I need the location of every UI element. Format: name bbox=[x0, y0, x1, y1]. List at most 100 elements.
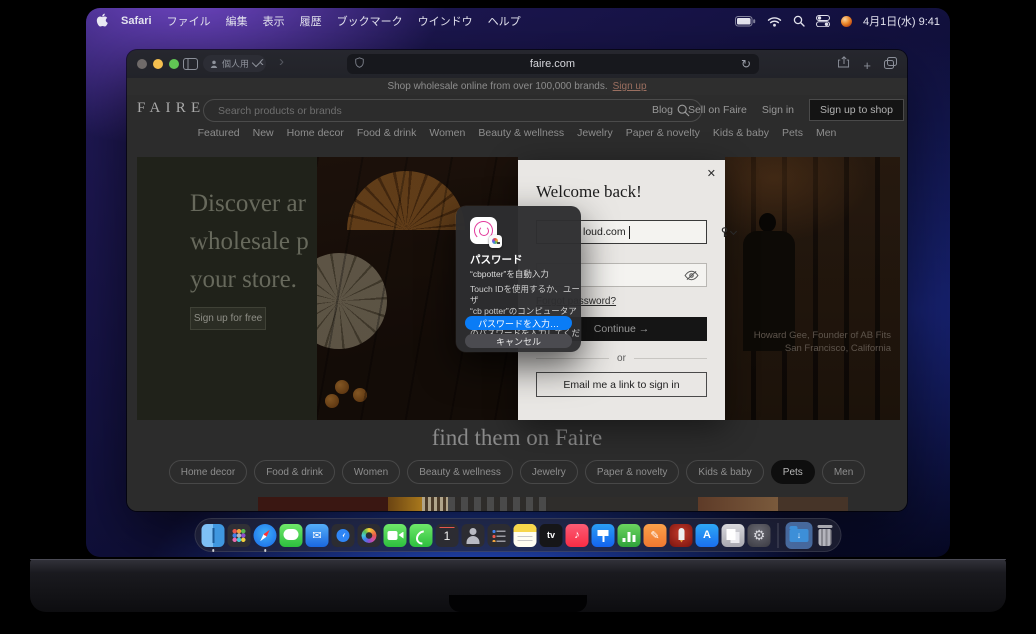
dock-music-icon[interactable]: ♪ bbox=[566, 524, 589, 547]
nav-featured[interactable]: Featured bbox=[198, 127, 240, 145]
dock-mail-icon[interactable]: ✉ bbox=[306, 524, 329, 547]
blog-link[interactable]: Blog bbox=[652, 104, 673, 116]
dock-launchpad-icon[interactable] bbox=[228, 524, 251, 547]
battery-icon[interactable] bbox=[735, 16, 756, 27]
dock-reminders-icon[interactable] bbox=[488, 524, 511, 547]
dock-finder-icon[interactable] bbox=[202, 524, 225, 547]
dock-calendar-icon[interactable]: 1 bbox=[436, 524, 459, 547]
sign-in-link[interactable]: Sign in bbox=[762, 104, 794, 116]
pill-beauty-wellness[interactable]: Beauty & wellness bbox=[407, 460, 513, 484]
url-text: faire.com bbox=[364, 58, 741, 70]
banner-signup-link[interactable]: Sign up bbox=[613, 81, 647, 92]
sign-up-free-button[interactable]: Sign up for free bbox=[190, 307, 266, 330]
menu-history[interactable]: 履歴 bbox=[300, 13, 322, 29]
nav-beauty-wellness[interactable]: Beauty & wellness bbox=[478, 127, 564, 145]
nav-men[interactable]: Men bbox=[816, 127, 836, 145]
cancel-button[interactable]: キャンセル bbox=[465, 334, 572, 348]
dock-maps-icon[interactable] bbox=[332, 524, 355, 547]
site-search-bar[interactable] bbox=[203, 99, 702, 122]
back-button[interactable]: ‹ bbox=[259, 53, 264, 70]
pill-pets-selected[interactable]: Pets bbox=[771, 460, 815, 484]
pill-jewelry[interactable]: Jewelry bbox=[520, 460, 578, 484]
nav-paper-novelty[interactable]: Paper & novelty bbox=[626, 127, 700, 145]
password-autofill-key-icon[interactable] bbox=[720, 227, 736, 238]
dock-settings-icon[interactable]: ⚙ bbox=[748, 524, 771, 547]
dock-pages-icon[interactable]: ✎ bbox=[644, 524, 667, 547]
address-bar[interactable]: faire.com ↻ bbox=[347, 54, 759, 74]
show-password-eye-icon[interactable] bbox=[684, 270, 699, 281]
dock-contacts-icon[interactable] bbox=[462, 524, 485, 547]
product-thumb[interactable] bbox=[448, 497, 548, 511]
email-link-signin-button[interactable]: Email me a link to sign in bbox=[536, 372, 707, 397]
faire-logo[interactable]: FAIRE bbox=[137, 100, 205, 117]
product-thumb[interactable] bbox=[422, 497, 448, 511]
product-thumb[interactable] bbox=[258, 497, 388, 511]
menu-help[interactable]: ヘルプ bbox=[488, 13, 521, 29]
zoom-window-button[interactable] bbox=[169, 59, 179, 69]
dock-messages-icon[interactable] bbox=[280, 524, 303, 547]
menu-safari[interactable]: Safari bbox=[121, 15, 152, 27]
nav-home-decor[interactable]: Home decor bbox=[287, 127, 344, 145]
close-icon[interactable]: ✕ bbox=[707, 167, 716, 180]
dock-photos-icon[interactable] bbox=[358, 524, 381, 547]
site-search-input[interactable] bbox=[204, 105, 677, 117]
pill-men[interactable]: Men bbox=[822, 460, 865, 484]
menu-window[interactable]: ウインドウ bbox=[418, 13, 473, 29]
dock-keynote-icon[interactable] bbox=[592, 524, 615, 547]
enter-password-button[interactable]: パスワードを入力… bbox=[465, 316, 572, 330]
pill-kids-baby[interactable]: Kids & baby bbox=[686, 460, 763, 484]
dock-facetime-icon[interactable] bbox=[384, 524, 407, 547]
pill-home-decor[interactable]: Home decor bbox=[169, 460, 247, 484]
nav-jewelry[interactable]: Jewelry bbox=[577, 127, 613, 145]
sell-on-faire-link[interactable]: Sell on Faire bbox=[688, 104, 747, 116]
dock-phone-icon[interactable] bbox=[410, 524, 433, 547]
product-thumb[interactable] bbox=[778, 497, 848, 511]
close-window-button[interactable] bbox=[137, 59, 147, 69]
menu-bar-clock[interactable]: 4月1日(水) 9:41 bbox=[863, 13, 940, 29]
control-center-icon[interactable] bbox=[816, 15, 830, 27]
safari-profile-button[interactable]: 個人用 bbox=[203, 55, 266, 72]
running-indicator bbox=[212, 549, 215, 552]
wifi-icon[interactable] bbox=[767, 16, 782, 27]
dock-trash-icon[interactable] bbox=[816, 524, 835, 547]
dock-numbers-icon[interactable] bbox=[618, 524, 641, 547]
dock-appstore-icon[interactable]: A bbox=[696, 524, 719, 547]
pill-food-drink[interactable]: Food & drink bbox=[254, 460, 335, 484]
product-thumb[interactable] bbox=[848, 497, 907, 511]
pill-paper-novelty[interactable]: Paper & novelty bbox=[585, 460, 680, 484]
nav-women[interactable]: Women bbox=[429, 127, 465, 145]
chevron-down-icon bbox=[730, 227, 737, 234]
forward-button[interactable]: › bbox=[279, 53, 284, 70]
menu-edit[interactable]: 編集 bbox=[226, 13, 248, 29]
apple-menu-icon[interactable] bbox=[96, 13, 108, 30]
nav-kids-baby[interactable]: Kids & baby bbox=[713, 127, 769, 145]
nav-food-drink[interactable]: Food & drink bbox=[357, 127, 417, 145]
menu-file[interactable]: ファイル bbox=[167, 13, 211, 29]
hero-text-panel: Discover ar wholesale p your store. Sign… bbox=[137, 157, 317, 420]
dock-downloads-icon[interactable] bbox=[786, 522, 813, 549]
sign-up-to-shop-button[interactable]: Sign up to shop bbox=[809, 99, 904, 121]
product-thumb[interactable] bbox=[548, 497, 698, 511]
dock-tv-icon[interactable]: tv bbox=[540, 524, 563, 547]
new-tab-icon[interactable]: + bbox=[863, 58, 871, 73]
dock-documents-icon[interactable] bbox=[722, 524, 745, 547]
status-orb-icon[interactable] bbox=[841, 16, 852, 27]
nav-pets[interactable]: Pets bbox=[782, 127, 803, 145]
dock-rocket-icon[interactable] bbox=[670, 524, 693, 547]
nav-new[interactable]: New bbox=[253, 127, 274, 145]
menu-view[interactable]: 表示 bbox=[263, 13, 285, 29]
dock-notes-icon[interactable] bbox=[514, 524, 537, 547]
dock-safari-icon[interactable] bbox=[254, 524, 277, 547]
tab-overview-icon[interactable] bbox=[884, 56, 897, 74]
minimize-window-button[interactable] bbox=[153, 59, 163, 69]
running-indicator bbox=[264, 549, 267, 552]
privacy-shield-icon[interactable] bbox=[355, 57, 364, 71]
pill-women[interactable]: Women bbox=[342, 460, 400, 484]
spotlight-search-icon[interactable] bbox=[793, 15, 805, 27]
menu-bookmarks[interactable]: ブックマーク bbox=[337, 13, 403, 29]
reload-icon[interactable]: ↻ bbox=[741, 57, 751, 71]
product-thumb[interactable] bbox=[388, 497, 422, 511]
product-thumb[interactable] bbox=[698, 497, 778, 511]
share-icon[interactable] bbox=[838, 56, 850, 74]
sidebar-toggle-icon[interactable] bbox=[183, 57, 198, 75]
